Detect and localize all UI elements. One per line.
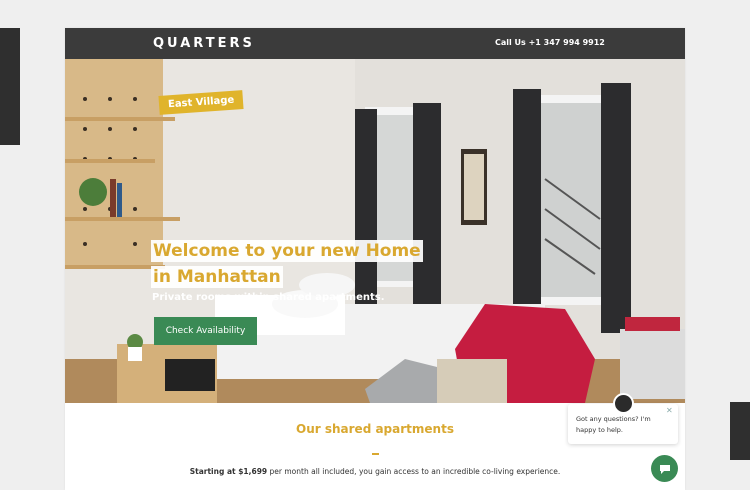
hero-section: East Village Welcome to your new Home in…	[65, 59, 685, 403]
phone-link[interactable]: Call Us +1 347 994 9912	[495, 38, 605, 47]
chat-launcher-button[interactable]	[651, 455, 678, 482]
close-icon[interactable]: ✕	[666, 406, 673, 415]
hero-bedroom-photo	[65, 59, 685, 403]
chat-agent-avatar	[613, 393, 634, 414]
chat-message-text: Got any questions? I'm happy to help.	[576, 415, 651, 434]
headline-line-1: Welcome to your new Home	[151, 240, 423, 262]
price-highlight: Starting at $1,699	[189, 467, 268, 476]
brand-logo[interactable]: QUARTERS	[153, 36, 255, 51]
chat-icon	[659, 464, 670, 474]
hero-subheadline: Private rooms within shared apartments.	[152, 292, 385, 303]
top-navigation-bar: QUARTERS Call Us +1 347 994 9912	[65, 28, 685, 59]
section-divider	[372, 453, 379, 455]
check-availability-button[interactable]: Check Availability	[154, 317, 257, 345]
section-intro: Starting at $1,699 per month all include…	[65, 467, 685, 476]
headline-line-2: in Manhattan	[151, 266, 283, 288]
hero-headline: Welcome to your new Home in Manhattan	[151, 240, 423, 292]
left-edge-bar	[0, 28, 20, 145]
right-edge-bar	[730, 402, 750, 460]
intro-text: per month all included, you gain access …	[267, 467, 561, 476]
